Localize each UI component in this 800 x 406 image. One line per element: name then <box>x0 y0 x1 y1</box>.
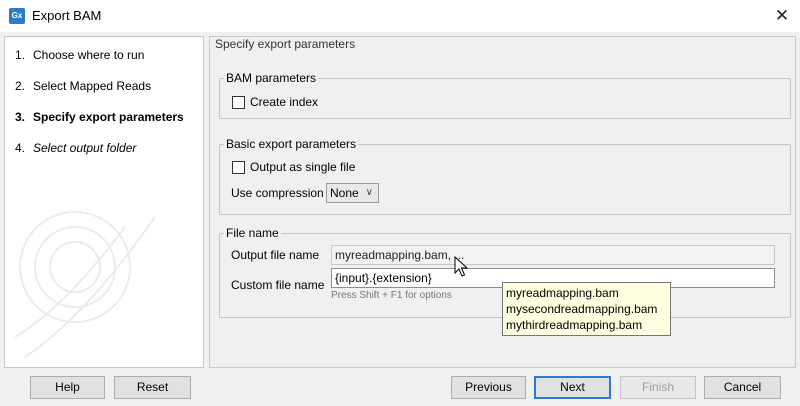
tooltip-line: mysecondreadmapping.bam <box>506 302 658 316</box>
custom-file-name-label: Custom file name <box>231 278 325 292</box>
custom-file-name-hint: Press Shift + F1 for options <box>331 290 452 301</box>
step-select-output-folder: 4. Select output folder <box>15 140 136 156</box>
group-title: BAM parameters <box>224 71 319 85</box>
close-icon[interactable]: ✕ <box>773 7 791 25</box>
step-label: Choose where to run <box>33 48 145 62</box>
finish-button: Finish <box>620 376 696 399</box>
window-title: Export BAM <box>32 8 102 23</box>
step-label: Specify export parameters <box>33 110 184 124</box>
use-compression-label: Use compression <box>231 186 324 200</box>
panel-title: Specify export parameters <box>215 37 356 51</box>
title-bar <box>0 0 800 32</box>
compression-select[interactable]: None ∨ <box>326 183 379 203</box>
previous-button[interactable]: Previous <box>451 376 526 399</box>
step-number: 4. <box>15 141 26 155</box>
group-title: Basic export parameters <box>224 137 359 151</box>
basic-export-parameters-group: Basic export parameters <box>219 137 791 215</box>
output-file-name-label: Output file name <box>231 248 320 262</box>
file-names-tooltip: myreadmapping.bam mysecondreadmapping.ba… <box>502 282 671 336</box>
chevron-down-icon: ∨ <box>365 187 373 198</box>
compression-value: None <box>330 186 359 200</box>
step-label: Select Mapped Reads <box>33 79 152 93</box>
help-button[interactable]: Help <box>30 376 105 399</box>
step-label: Select output folder <box>33 141 137 155</box>
watermark-swirl <box>14 211 156 358</box>
output-single-file-label: Output as single file <box>250 160 356 174</box>
app-icon: Gx <box>9 8 25 24</box>
next-button[interactable]: Next <box>534 376 611 399</box>
wizard-steps-sidebar: 1. Choose where to run 2. Select Mapped Re… <box>4 36 204 368</box>
step-number: 2. <box>15 79 26 93</box>
step-specify-export-parameters[interactable]: 3. Specify export parameters <box>15 109 184 125</box>
create-index-checkbox[interactable] <box>232 96 245 109</box>
output-single-file-checkbox[interactable] <box>232 161 245 174</box>
step-number: 1. <box>15 48 26 62</box>
mouse-pointer-icon <box>454 256 469 277</box>
step-number: 3. <box>15 110 26 124</box>
step-select-mapped-reads[interactable]: 2. Select Mapped Reads <box>15 78 151 94</box>
group-title: File name <box>224 226 281 240</box>
create-index-label: Create index <box>250 95 319 109</box>
tooltip-line: mythirdreadmapping.bam <box>506 318 643 332</box>
step-choose-where-to-run[interactable]: 1. Choose where to run <box>15 47 144 63</box>
cancel-button[interactable]: Cancel <box>704 376 781 399</box>
reset-button[interactable]: Reset <box>114 376 191 399</box>
output-file-name-field[interactable]: myreadmapping.bam, ... <box>331 245 775 265</box>
tooltip-line: myreadmapping.bam <box>506 286 619 300</box>
